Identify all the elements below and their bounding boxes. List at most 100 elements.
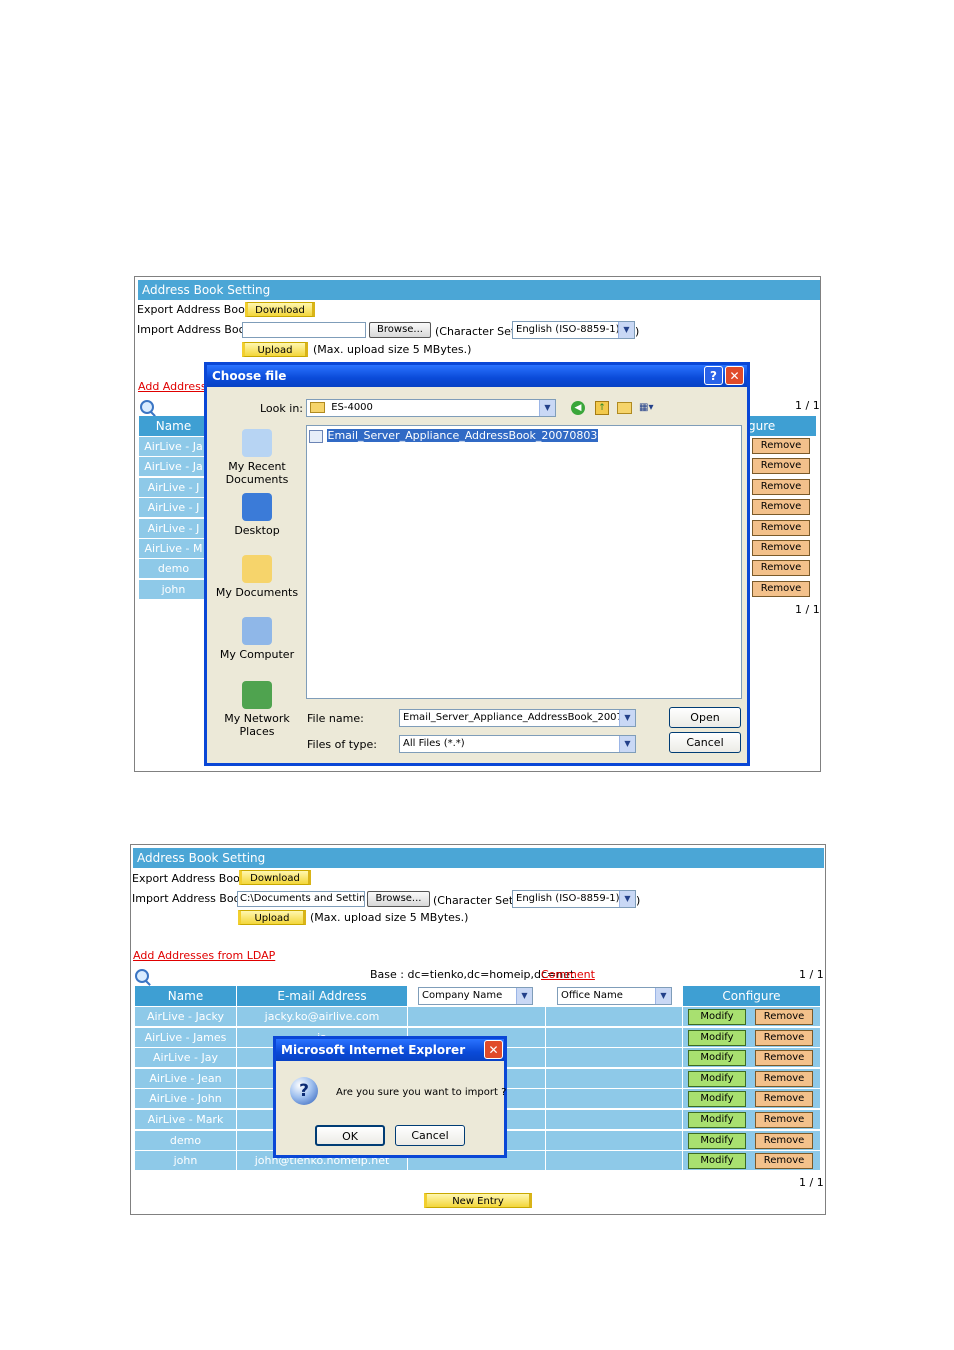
table-row-name: AirLive - Ja (139, 457, 209, 478)
chevron-down-icon[interactable]: ▼ (619, 736, 635, 752)
table-cell-name: AirLive - John (135, 1089, 237, 1110)
places-item[interactable]: My Network Places (215, 681, 299, 738)
chevron-down-icon[interactable]: ▼ (618, 322, 634, 338)
table-cell-email: jacky.ko@airlive.com (237, 1007, 408, 1027)
search-icon[interactable] (140, 400, 154, 414)
file-list[interactable]: Email_Server_Appliance_AddressBook_20070… (306, 425, 742, 699)
remove-button[interactable]: Remove (752, 458, 810, 475)
view-menu-icon[interactable]: ▦▾ (639, 401, 661, 415)
close-icon[interactable]: ✕ (484, 1040, 503, 1059)
chevron-down-icon[interactable]: ▼ (619, 891, 635, 907)
confirm-message: Are you sure you want to import ? (336, 1087, 507, 1098)
office-name-select[interactable]: Office Name ▼ (557, 987, 672, 1005)
table-cell-name: AirLive - James (135, 1027, 237, 1048)
remove-button[interactable]: Remove (755, 1070, 813, 1087)
chevron-down-icon[interactable]: ▼ (655, 988, 671, 1004)
import-label: Import Address Book : (137, 323, 259, 336)
chevron-down-icon[interactable]: ▼ (539, 400, 555, 416)
add-addresses-from-ldap-link[interactable]: Add Addresses from LDAP (133, 948, 275, 964)
open-button[interactable]: Open (669, 707, 741, 728)
file-name-combo[interactable]: Email_Server_Appliance_AddressBook_20070… (399, 709, 636, 727)
up-folder-icon[interactable]: ↑ (595, 401, 609, 415)
page-indicator-bottom: 1 / 1 (795, 603, 820, 616)
places-item[interactable]: My Computer (215, 617, 299, 661)
table-cell-name: AirLive - Jacky (135, 1007, 237, 1027)
import-file-input[interactable] (242, 322, 366, 338)
upload-button[interactable]: Upload (238, 910, 306, 925)
chevron-down-icon[interactable]: ▼ (619, 710, 635, 726)
table-row-name: AirLive - J (139, 477, 209, 498)
chevron-down-icon[interactable]: ▼ (516, 988, 532, 1004)
remove-button[interactable]: Remove (752, 478, 810, 495)
cancel-button[interactable]: Cancel (395, 1125, 465, 1146)
upload-button[interactable]: Upload (242, 342, 308, 357)
charset-close: ) (636, 894, 641, 907)
remove-button[interactable]: Remove (752, 540, 810, 556)
add-addresses-link[interactable]: Add Addresse (138, 379, 213, 395)
places-item[interactable]: My Recent Documents (215, 429, 299, 486)
browse-button[interactable]: Browse... (367, 891, 430, 907)
new-entry-button[interactable]: New Entry (424, 1193, 532, 1208)
new-folder-icon[interactable] (617, 402, 632, 414)
places-item[interactable]: Desktop (215, 493, 299, 537)
dialog-title: Choose file (212, 369, 287, 383)
remove-button[interactable]: Remove (752, 438, 810, 454)
remove-button[interactable]: Remove (755, 1112, 813, 1128)
download-button[interactable]: Download (239, 870, 311, 885)
file-item-name: Email_Server_Appliance_AddressBook_20070… (326, 429, 599, 442)
table-cell-name: john (135, 1151, 237, 1172)
modify-button[interactable]: Modify (688, 1112, 746, 1128)
remove-button[interactable]: Remove (755, 1029, 813, 1046)
modify-button[interactable]: Modify (688, 1029, 746, 1046)
cancel-button[interactable]: Cancel (669, 732, 741, 753)
close-icon[interactable]: ✕ (725, 366, 744, 385)
dialog-titlebar[interactable]: Choose file (207, 365, 747, 387)
remove-button[interactable]: Remove (752, 519, 810, 536)
remove-button[interactable]: Remove (755, 1153, 813, 1170)
help-icon[interactable]: ? (704, 366, 723, 385)
address-book-panel-2: Address Book Setting Export Address Book… (130, 844, 826, 1215)
modify-button[interactable]: Modify (688, 1132, 746, 1149)
remove-button[interactable]: Remove (755, 1132, 813, 1149)
files-type-select[interactable]: All Files (*.*) ▼ (399, 735, 636, 753)
export-label: Export Address Book : (137, 303, 259, 316)
places-item-label: My Documents (215, 586, 299, 599)
modify-button[interactable]: Modify (688, 1070, 746, 1087)
download-button[interactable]: Download (245, 302, 315, 317)
look-in-select[interactable]: ES-4000 ▼ (306, 399, 556, 417)
files-type-value: All Files (*.*) (403, 738, 465, 749)
remove-button[interactable]: Remove (755, 1009, 813, 1025)
remove-button[interactable]: Remove (755, 1050, 813, 1067)
ok-button[interactable]: OK (315, 1125, 385, 1146)
charset-value: English (ISO-8859-1) (516, 324, 620, 335)
desktop-icon (242, 493, 272, 521)
places-item[interactable]: My Documents (215, 555, 299, 599)
page-indicator-top: 1 / 1 (799, 968, 824, 981)
remove-button[interactable]: Remove (755, 1091, 813, 1108)
column-header-name: Name (135, 986, 237, 1006)
remove-button[interactable]: Remove (752, 499, 810, 516)
dialog-titlebar[interactable]: Microsoft Internet Explorer (276, 1039, 504, 1061)
import-file-input[interactable]: C:\Documents and Setting: (237, 891, 365, 907)
charset-label: (Character Set : (433, 894, 521, 907)
charset-select[interactable]: English (ISO-8859-1) ▼ (512, 321, 635, 339)
remove-button[interactable]: Remove (752, 560, 810, 577)
table-cell-name: AirLive - Jean (135, 1068, 237, 1089)
import-label: Import Address Book (132, 892, 247, 905)
modify-button[interactable]: Modify (688, 1050, 746, 1067)
network-places-icon (242, 681, 272, 709)
modify-button[interactable]: Modify (688, 1153, 746, 1170)
table-row-name: demo (139, 559, 209, 580)
browse-button[interactable]: Browse... (369, 322, 431, 338)
table-cell-office (546, 1151, 683, 1172)
modify-button[interactable]: Modify (688, 1091, 746, 1108)
column-header-name: Name (139, 416, 209, 436)
file-list-item[interactable]: Email_Server_Appliance_AddressBook_20070… (309, 429, 599, 443)
charset-select[interactable]: English (ISO-8859-1) ▼ (512, 890, 636, 908)
search-icon[interactable] (135, 969, 149, 983)
back-icon[interactable]: ◀ (571, 401, 585, 415)
remove-button[interactable]: Remove (752, 580, 810, 597)
modify-button[interactable]: Modify (688, 1009, 746, 1025)
company-name-select[interactable]: Company Name ▼ (418, 987, 533, 1005)
comment-link[interactable]: Comment (541, 967, 595, 983)
